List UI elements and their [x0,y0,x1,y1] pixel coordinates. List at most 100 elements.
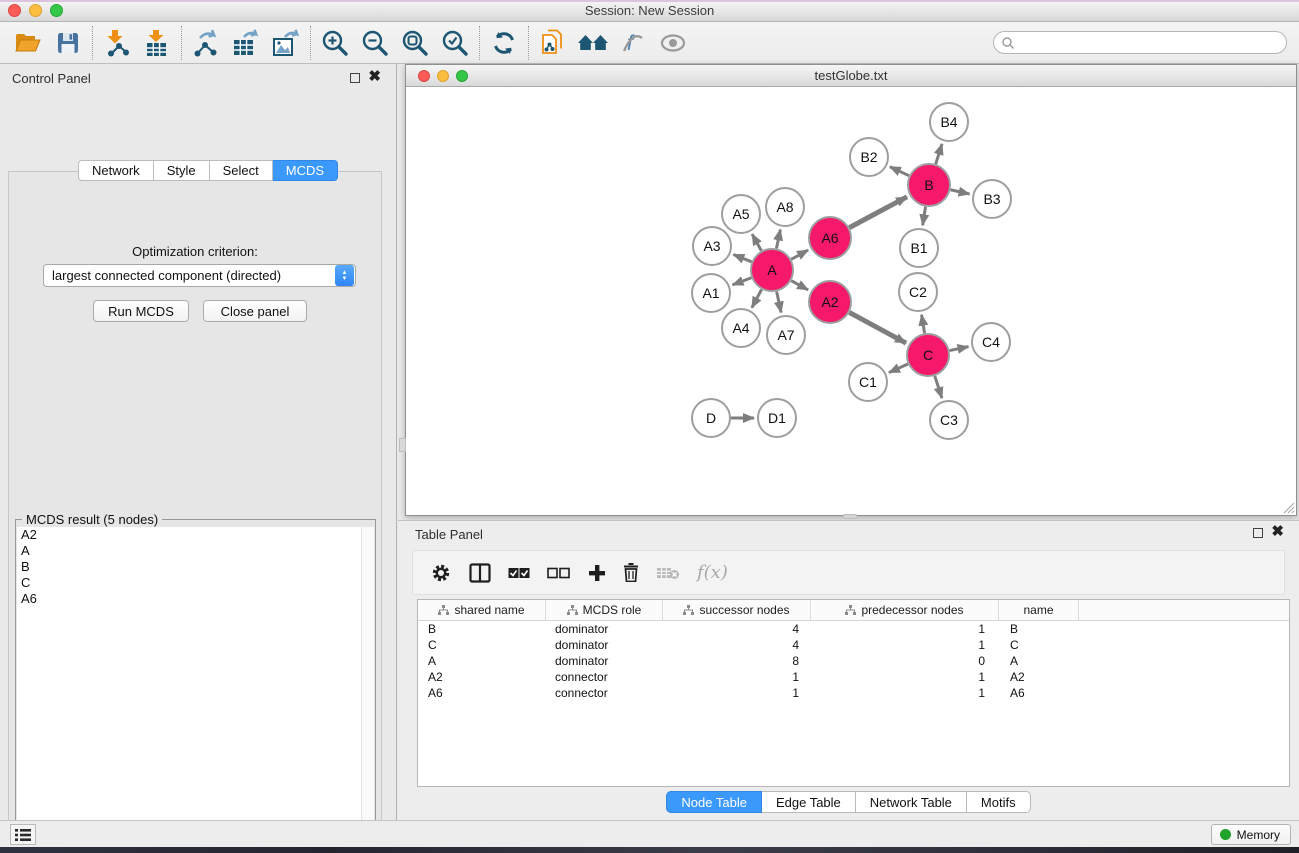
graph-node-A4[interactable]: A4 [722,309,760,347]
graph-node-C1[interactable]: C1 [849,363,887,401]
tab-network[interactable]: Network [78,160,154,181]
column-header-shared-name[interactable]: shared name [418,600,546,620]
graph-node-C4[interactable]: C4 [972,323,1010,361]
table-row[interactable]: Cdominator41C [418,637,1289,653]
result-item[interactable]: C [17,575,361,591]
graph-node-A5[interactable]: A5 [722,195,760,233]
graph-node-C2[interactable]: C2 [899,273,937,311]
graph-node-D1[interactable]: D1 [758,399,796,437]
memory-button[interactable]: Memory [1211,824,1291,845]
network-window-titlebar[interactable]: testGlobe.txt [406,65,1296,87]
graph-edge-A-A8[interactable] [776,230,780,249]
export-image-button[interactable] [266,25,306,61]
window-resize-grip[interactable] [1282,501,1295,514]
graph-node-B4[interactable]: B4 [930,103,968,141]
graph-node-A3[interactable]: A3 [693,227,731,265]
graph-edge-B-B4[interactable] [936,144,942,164]
table-row[interactable]: A2connector11A2 [418,669,1289,685]
import-table-button[interactable] [137,25,177,61]
graph-node-B[interactable]: B [908,164,950,206]
graph-edge-A-A4[interactable] [752,289,762,307]
network-canvas[interactable]: B4B2BB3A5A8A6A3B1AA1C2A2A4A7C4CC1DD1C3 [406,87,1296,515]
function-builder-button[interactable]: f(x) [697,562,728,583]
close-table-panel-icon[interactable]: ✖ [1271,523,1284,541]
float-table-panel-icon[interactable] [1253,528,1263,538]
tab-edge-table[interactable]: Edge Table [762,791,856,813]
tab-node-table[interactable]: Node Table [666,791,762,813]
table-row[interactable]: Adominator80A [418,653,1289,669]
table-settings-button[interactable] [430,562,452,584]
show-hide-details-button[interactable] [653,25,693,61]
panel-divider-handle[interactable] [399,438,406,452]
close-panel-icon[interactable]: ✖ [368,68,381,86]
graph-edge-A-A3[interactable] [733,255,751,262]
export-table-button[interactable] [226,25,266,61]
result-item[interactable]: A [17,543,361,559]
result-scrollbar[interactable] [361,527,374,853]
tab-mcds[interactable]: MCDS [273,160,338,181]
splitter-handle[interactable] [843,514,857,519]
graph-edge-A-A6[interactable] [791,250,808,259]
select-all-rows-button[interactable] [508,567,530,579]
graph-edge-C-C2[interactable] [922,315,925,334]
task-history-button[interactable] [10,824,36,845]
graph-node-A6[interactable]: A6 [809,217,851,259]
graph-node-A2[interactable]: A2 [809,281,851,323]
network-graph[interactable]: B4B2BB3A5A8A6A3B1AA1C2A2A4A7C4CC1DD1C3 [406,87,1296,515]
graph-node-C3[interactable]: C3 [930,401,968,439]
graph-edge-A-A5[interactable] [752,234,761,251]
tab-motifs[interactable]: Motifs [967,791,1031,813]
tab-network-table[interactable]: Network Table [856,791,967,813]
graph-edge-C-C1[interactable] [889,364,908,373]
column-header-mcds-role[interactable]: MCDS role [546,600,663,620]
graph-node-A7[interactable]: A7 [767,316,805,354]
graph-edge-A-A7[interactable] [777,292,782,313]
graph-node-A[interactable]: A [751,249,793,291]
close-panel-button[interactable]: Close panel [203,300,307,322]
graph-edge-B-B2[interactable] [890,167,909,176]
new-network-from-selection-button[interactable] [533,25,573,61]
graph-edge-B-B1[interactable] [923,207,926,226]
column-header-predecessor-nodes[interactable]: predecessor nodes [811,600,999,620]
zoom-fit-button[interactable] [395,25,435,61]
graph-edge-A-A2[interactable] [791,281,808,290]
delete-column-button[interactable] [623,563,639,582]
search-field[interactable] [993,31,1287,54]
tab-style[interactable]: Style [154,160,210,181]
column-header-name[interactable]: name [999,600,1079,620]
graph-edge-A6-B[interactable] [849,197,907,228]
hide-graphics-details-button[interactable]: f [613,25,653,61]
graph-node-B2[interactable]: B2 [850,138,888,176]
open-session-button[interactable] [8,25,48,61]
graph-edge-C-C3[interactable] [935,376,942,398]
result-item[interactable]: B [17,559,361,575]
delete-table-button[interactable] [656,566,680,580]
save-session-button[interactable] [48,25,88,61]
graph-node-A1[interactable]: A1 [692,274,730,312]
float-panel-icon[interactable] [350,73,360,83]
graph-edge-B-B3[interactable] [950,190,969,194]
table-row[interactable]: A6connector11A6 [418,685,1289,701]
graph-node-C[interactable]: C [907,334,949,376]
result-item[interactable]: A6 [17,591,361,607]
criterion-dropdown[interactable]: largest connected component (directed) ▲… [43,264,356,287]
export-network-button[interactable] [186,25,226,61]
zoom-out-button[interactable] [355,25,395,61]
table-row[interactable]: Bdominator41B [418,621,1289,637]
graph-node-B3[interactable]: B3 [973,180,1011,218]
add-column-button[interactable] [588,564,606,582]
tab-select[interactable]: Select [210,160,273,181]
show-column-button[interactable] [469,563,491,583]
zoom-in-button[interactable] [315,25,355,61]
deselect-all-rows-button[interactable] [547,567,571,579]
graph-edge-A-A1[interactable] [733,278,752,285]
graph-node-A8[interactable]: A8 [766,188,804,226]
refresh-button[interactable] [484,25,524,61]
run-mcds-button[interactable]: Run MCDS [93,300,189,322]
home-button[interactable] [573,25,613,61]
result-item[interactable]: A2 [17,527,361,543]
column-header-successor-nodes[interactable]: successor nodes [663,600,811,620]
graph-edge-A2-C[interactable] [849,312,906,343]
graph-node-B1[interactable]: B1 [900,229,938,267]
import-network-button[interactable] [97,25,137,61]
